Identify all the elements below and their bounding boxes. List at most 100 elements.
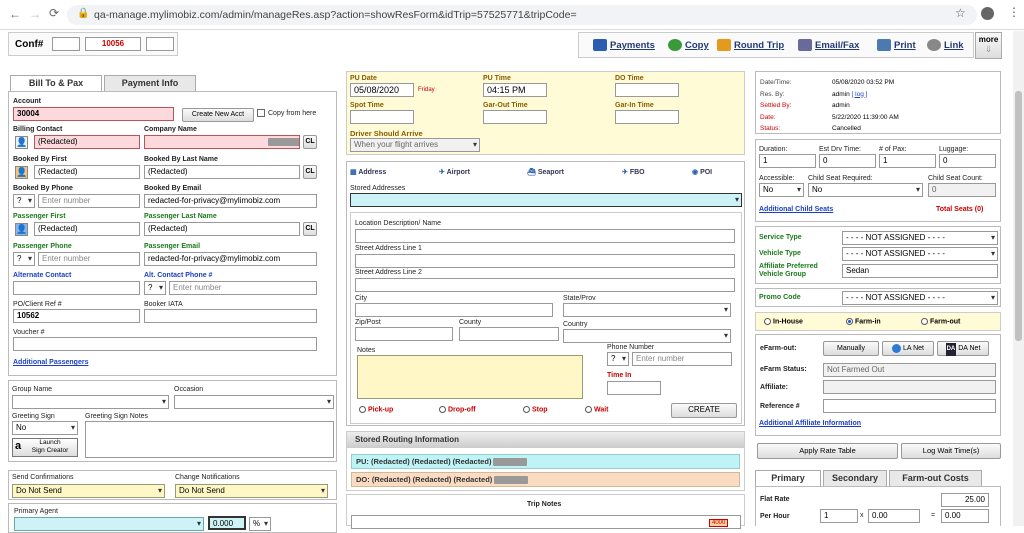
location-desc-field[interactable] xyxy=(355,229,735,243)
iata-field[interactable] xyxy=(144,309,317,323)
alt-contact-field[interactable] xyxy=(13,281,140,295)
loc-type-airport[interactable]: ✈ Airport xyxy=(439,168,470,176)
radio-stop[interactable] xyxy=(523,406,530,413)
driver-arrive-select[interactable]: When your flight arrives xyxy=(350,138,480,152)
garout-field[interactable] xyxy=(483,110,547,124)
radio-pickup[interactable] xyxy=(359,406,366,413)
est-drv-field[interactable]: 0 xyxy=(819,154,876,168)
loc-type-seaport[interactable]: ⛴ Seaport xyxy=(527,168,564,176)
cl-button[interactable]: CL xyxy=(303,135,317,149)
cl-button-pax[interactable]: CL xyxy=(303,222,317,236)
stored-addresses-select[interactable] xyxy=(350,193,742,207)
radio-inhouse[interactable] xyxy=(764,318,771,325)
cl-button-booker[interactable]: CL xyxy=(303,165,317,179)
pax-phone-input[interactable]: Enter number xyxy=(38,252,140,266)
booker-avatar-icon[interactable]: 👤 xyxy=(15,166,28,179)
print-button[interactable]: Print xyxy=(877,35,916,57)
reload-icon[interactable]: ⟳ xyxy=(49,6,59,20)
stop-type-pickup[interactable]: Pick-up xyxy=(359,406,393,413)
pax-phone-country-select[interactable]: ? xyxy=(13,252,35,266)
stop-type-stop[interactable]: Stop xyxy=(523,406,548,413)
voucher-field[interactable] xyxy=(13,337,317,351)
booked-email-field[interactable]: redacted-for-privacy@mylimobiz.com xyxy=(144,194,317,208)
log-link[interactable]: [ log ] xyxy=(852,91,868,98)
pax-email-field[interactable]: redacted-for-privacy@mylimobiz.com xyxy=(144,252,317,266)
pu-date-field[interactable]: 05/08/2020 xyxy=(350,83,414,97)
routing-pu-row[interactable]: PU: (Redacted) (Redacted) (Redacted) xyxy=(351,454,740,469)
child-req-select[interactable]: No xyxy=(808,183,923,197)
state-select[interactable] xyxy=(563,303,731,317)
contact-avatar-icon[interactable]: 👤 xyxy=(15,136,28,149)
agent-pct-field[interactable]: 0.000 xyxy=(208,516,246,530)
radio-farm-in[interactable] xyxy=(846,318,853,325)
street1-field[interactable] xyxy=(355,254,735,268)
affiliate-field[interactable] xyxy=(823,380,996,394)
address-bar[interactable]: 🔒 qa-manage.mylimobiz.com/admin/manageRe… xyxy=(67,5,977,25)
account-field[interactable]: 30004 xyxy=(13,107,174,121)
city-field[interactable] xyxy=(355,303,553,317)
country-select[interactable] xyxy=(563,329,731,343)
copy-button[interactable]: Copy xyxy=(668,35,709,57)
da-net-button[interactable]: DA DA Net xyxy=(937,341,989,356)
forward-icon[interactable]: → xyxy=(29,7,41,21)
street2-field[interactable] xyxy=(355,278,735,292)
conf-suffix-field[interactable] xyxy=(146,37,174,51)
conf-number-field[interactable]: 10056 xyxy=(85,37,141,51)
county-field[interactable] xyxy=(459,327,559,341)
per-hour-qty-field[interactable]: 1 xyxy=(820,509,858,523)
more-button[interactable]: more ⇓ xyxy=(975,32,1002,59)
round-trip-button[interactable]: Round Trip xyxy=(717,35,784,57)
tab-payment-info[interactable]: Payment Info xyxy=(104,75,196,91)
tab-primary[interactable]: Primary xyxy=(755,470,821,486)
loc-type-address[interactable]: ▦ Address xyxy=(350,168,386,176)
booked-phone-country-select[interactable]: ? xyxy=(13,194,35,208)
booked-phone-input[interactable]: Enter number xyxy=(38,194,140,208)
notes-textarea[interactable] xyxy=(357,355,583,399)
greeting-notes-textarea[interactable] xyxy=(85,421,334,458)
per-hour-rate-field[interactable]: 0.00 xyxy=(868,509,920,523)
company-name-field[interactable] xyxy=(144,135,300,149)
zip-field[interactable] xyxy=(355,327,453,341)
accessible-select[interactable]: No xyxy=(759,183,804,197)
send-conf-select[interactable]: Do Not Send xyxy=(12,484,165,498)
time-in-field[interactable] xyxy=(607,381,661,395)
change-notif-select[interactable]: Do Not Send xyxy=(175,484,328,498)
luggage-field[interactable]: 0 xyxy=(939,154,996,168)
farm-out-option[interactable]: Farm-out xyxy=(921,318,960,325)
vehicle-type-select[interactable]: - - - - NOT ASSIGNED - - - - xyxy=(842,247,998,261)
passenger-avatar-icon[interactable]: 👤 xyxy=(15,223,28,236)
additional-affiliate-link[interactable]: Additional Affiliate Information xyxy=(759,420,861,427)
num-pax-field[interactable]: 1 xyxy=(879,154,936,168)
child-count-field[interactable]: 0 xyxy=(928,183,996,197)
profile-icon[interactable] xyxy=(981,7,994,20)
conf-prefix-field[interactable] xyxy=(52,37,80,51)
tab-bill-to-pax[interactable]: Bill To & Pax xyxy=(10,75,102,91)
po-field[interactable]: 10562 xyxy=(13,309,140,323)
promo-code-select[interactable]: - - - - NOT ASSIGNED - - - - xyxy=(842,291,998,305)
service-type-select[interactable]: - - - - NOT ASSIGNED - - - - xyxy=(842,231,998,245)
duration-field[interactable]: 1 xyxy=(759,154,816,168)
alt-phone-input[interactable]: Enter number xyxy=(169,281,317,295)
launch-sign-creator-button[interactable]: a Launch Sign Creator xyxy=(12,438,78,457)
radio-wait[interactable] xyxy=(585,406,592,413)
log-wait-time-button[interactable]: Log Wait Time(s) xyxy=(901,443,1001,459)
payments-button[interactable]: Payments xyxy=(593,35,655,57)
booked-last-field[interactable]: (Redacted) xyxy=(144,165,300,179)
radio-farm-out[interactable] xyxy=(921,318,928,325)
billing-contact-field[interactable]: (Redacted) xyxy=(34,135,140,149)
pu-time-field[interactable]: 04:15 PM xyxy=(483,83,547,97)
la-net-button[interactable]: LA Net xyxy=(882,341,934,356)
affiliate-vehicle-group-field[interactable]: Sedan xyxy=(842,264,998,278)
apply-rate-table-button[interactable]: Apply Rate Table xyxy=(757,443,898,459)
routing-do-row[interactable]: DO: (Redacted) (Redacted) (Redacted) xyxy=(351,472,740,487)
garin-field[interactable] xyxy=(615,110,679,124)
trip-notes-textarea[interactable] xyxy=(351,515,741,529)
farm-inhouse-option[interactable]: In-House xyxy=(764,318,803,325)
tab-secondary[interactable]: Secondary xyxy=(823,470,887,486)
radio-dropoff[interactable] xyxy=(439,406,446,413)
page-scrollbar[interactable] xyxy=(1013,31,1024,526)
group-name-select[interactable] xyxy=(12,395,169,409)
create-button[interactable]: CREATE xyxy=(671,403,737,418)
loc-type-fbo[interactable]: ✈ FBO xyxy=(622,168,645,176)
stop-type-wait[interactable]: Wait xyxy=(585,406,609,413)
